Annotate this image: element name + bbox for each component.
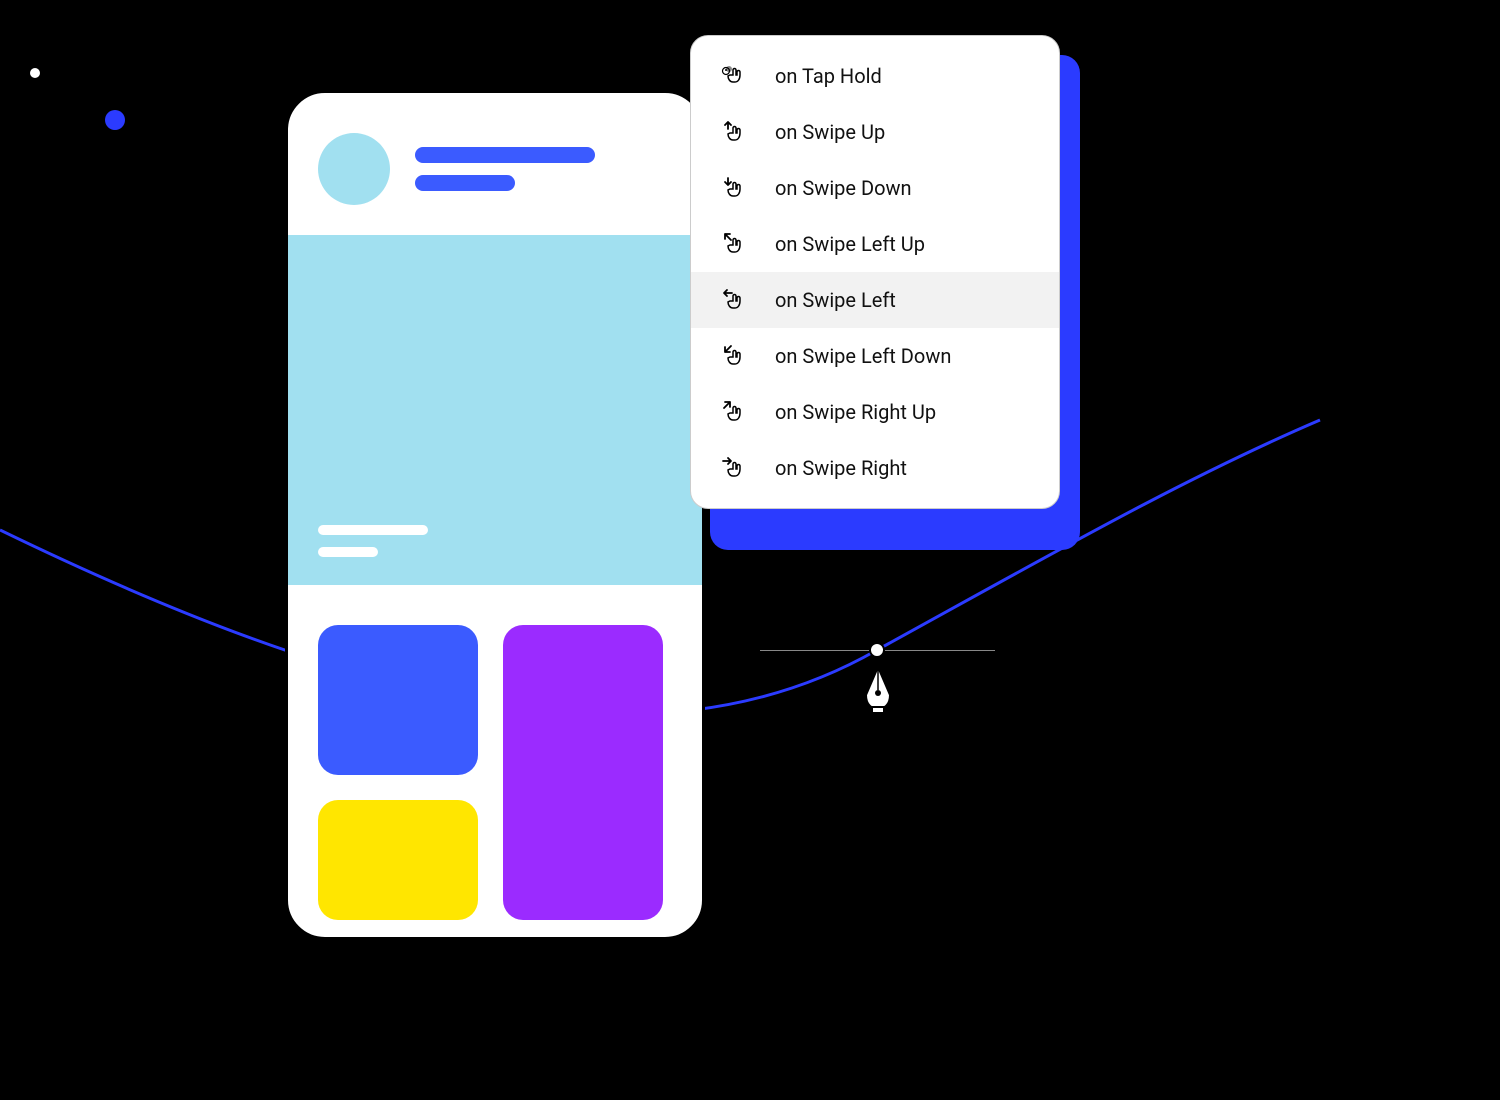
pen-tool-icon <box>860 665 896 719</box>
header-text-placeholder <box>415 147 672 191</box>
menu-item-label: on Swipe Left Down <box>775 344 951 368</box>
menu-item-tap-hold[interactable]: on Tap Hold <box>691 48 1059 104</box>
hero-text-line <box>318 547 378 557</box>
card-yellow <box>318 800 478 920</box>
swipe-left-down-icon <box>719 342 747 370</box>
menu-item-label: on Swipe Right <box>775 456 907 480</box>
title-placeholder-line <box>415 147 595 163</box>
menu-item-swipe-up[interactable]: on Swipe Up <box>691 104 1059 160</box>
menu-item-swipe-left-down[interactable]: on Swipe Left Down <box>691 328 1059 384</box>
card-purple <box>503 625 663 920</box>
card-blue <box>318 625 478 775</box>
swipe-up-icon <box>719 118 747 146</box>
menu-item-label: on Swipe Right Up <box>775 400 936 424</box>
swipe-left-icon <box>719 286 747 314</box>
card-grid <box>288 585 702 920</box>
decorative-dot-white <box>30 68 40 78</box>
hero-text-line <box>318 525 428 535</box>
menu-item-label: on Swipe Left <box>775 288 896 312</box>
menu-item-swipe-right-up[interactable]: on Swipe Right Up <box>691 384 1059 440</box>
menu-item-swipe-left-up[interactable]: on Swipe Left Up <box>691 216 1059 272</box>
swipe-right-icon <box>719 454 747 482</box>
menu-item-label: on Swipe Left Up <box>775 232 925 256</box>
decorative-dot-blue <box>105 110 125 130</box>
menu-item-label: on Swipe Up <box>775 120 885 144</box>
menu-item-label: on Swipe Down <box>775 176 912 200</box>
phone-header <box>288 93 702 235</box>
gesture-menu: on Tap Hold on Swipe Up on Swipe Down on Sw… <box>690 35 1060 509</box>
menu-item-swipe-down[interactable]: on Swipe Down <box>691 160 1059 216</box>
bezier-anchor-point[interactable] <box>869 642 885 658</box>
tap-hold-icon <box>719 62 747 90</box>
hero-image-placeholder <box>288 235 702 585</box>
swipe-left-up-icon <box>719 230 747 258</box>
phone-mockup <box>285 90 705 940</box>
swipe-right-up-icon <box>719 398 747 426</box>
subtitle-placeholder-line <box>415 175 515 191</box>
menu-item-label: on Tap Hold <box>775 64 882 88</box>
menu-item-swipe-left[interactable]: on Swipe Left <box>691 272 1059 328</box>
avatar-placeholder <box>318 133 390 205</box>
swipe-down-icon <box>719 174 747 202</box>
menu-item-swipe-right[interactable]: on Swipe Right <box>691 440 1059 496</box>
